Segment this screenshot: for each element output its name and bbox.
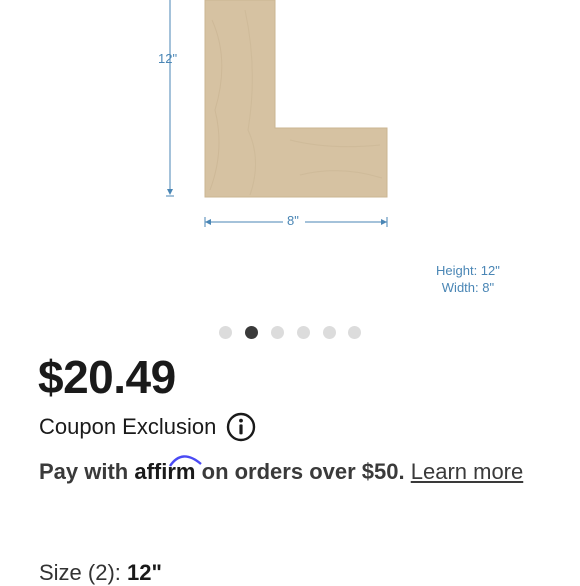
carousel-dot-1[interactable] — [219, 326, 232, 339]
carousel-dot-3[interactable] — [271, 326, 284, 339]
dimensions-note-height: Height: 12" — [436, 263, 500, 278]
size-selector-label: Size (2): 12" — [39, 560, 162, 586]
width-dimension-label: 8" — [287, 213, 299, 228]
dimensions-note-width: Width: 8" — [441, 280, 495, 295]
dimensions-note: Height: 12" Width: 8" — [436, 262, 500, 296]
affirm-arc-icon — [169, 455, 203, 467]
carousel-dot-2[interactable] — [245, 326, 258, 339]
carousel-dot-5[interactable] — [323, 326, 336, 339]
product-image[interactable]: 12" 8" Height: 12" Width: 8" — [0, 0, 580, 310]
product-price: $20.49 — [38, 351, 176, 403]
height-dimension-label: 12" — [158, 51, 178, 66]
info-icon[interactable] — [226, 412, 256, 442]
size-label: Size (2): — [39, 560, 128, 585]
learn-more-link[interactable]: Learn more — [411, 459, 524, 484]
coupon-exclusion-label: Coupon Exclusion — [39, 414, 217, 439]
size-value: 12" — [127, 560, 162, 585]
coupon-exclusion: Coupon Exclusion — [39, 412, 256, 442]
affirm-suffix: on orders over $50. — [201, 459, 405, 484]
affirm-logo: affirm — [134, 455, 203, 488]
carousel-dots — [0, 326, 580, 340]
carousel-dot-6[interactable] — [348, 326, 361, 339]
carousel-dot-4[interactable] — [297, 326, 310, 339]
affirm-financing-message: Pay with affirm on orders over $50. Lear… — [39, 455, 559, 488]
affirm-prefix: Pay with — [39, 459, 129, 484]
